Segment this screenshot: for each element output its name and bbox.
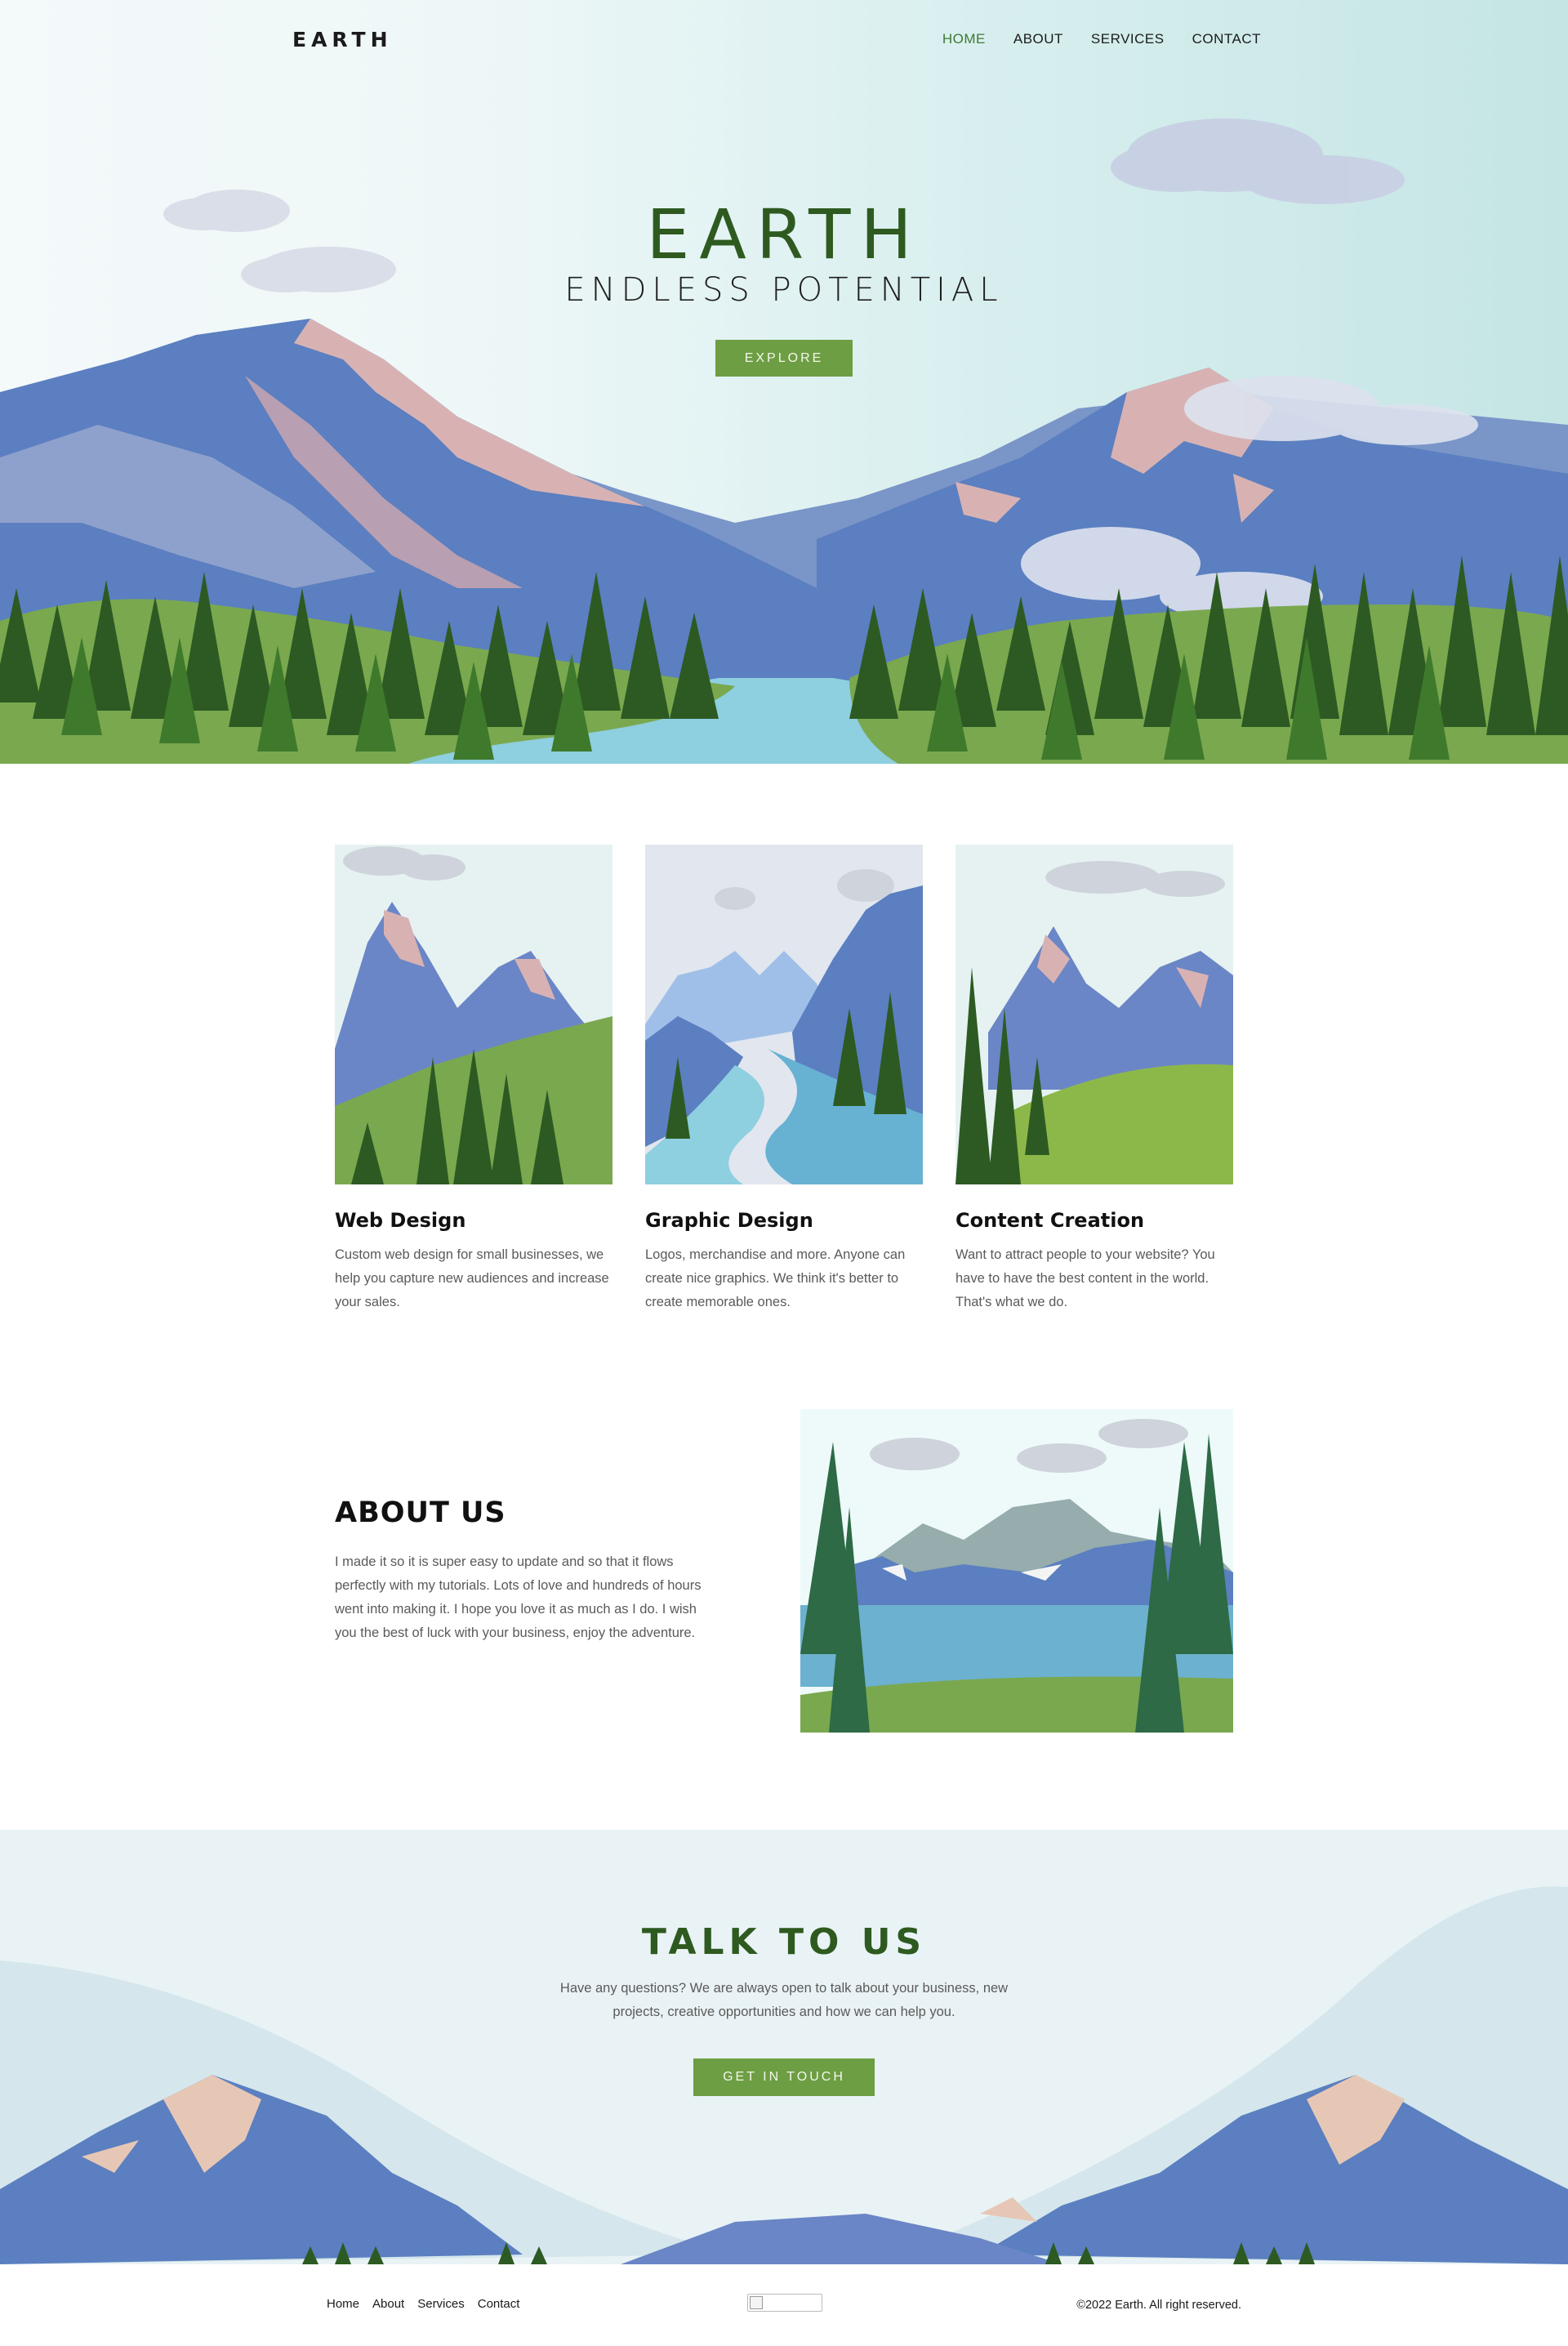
contact-title: TALK TO US: [641, 1921, 927, 1963]
services-section: Web Design Custom web design for small b…: [335, 845, 1233, 1318]
service-text-content-creation: Want to attract people to your website? …: [956, 1247, 1215, 1309]
about-lake-illustration: [800, 1409, 1233, 1733]
web-design-illustration: [335, 845, 612, 1184]
service-text-graphic-design: Logos, merchandise and more. Anyone can …: [645, 1247, 906, 1309]
service-text-web-design: Custom web design for small businesses, …: [335, 1247, 609, 1309]
cloud-right: [1111, 118, 1405, 204]
site-logo[interactable]: EARTH: [292, 28, 393, 51]
about-title: ABOUT US: [335, 1496, 506, 1529]
service-title-graphic-design: Graphic Design: [645, 1209, 813, 1232]
contact-mountains-illustration: [0, 1886, 1568, 2264]
nav-link-services[interactable]: SERVICES: [1091, 31, 1165, 47]
contact-text: Have any questions? We are always open t…: [559, 1981, 1009, 2019]
explore-button[interactable]: EXPLORE: [715, 340, 853, 377]
top-nav: EARTH HOME ABOUT SERVICES CONTACT: [0, 0, 1568, 82]
nav-link-contact[interactable]: CONTACT: [1192, 31, 1261, 47]
footer-link-contact[interactable]: Contact: [478, 2297, 520, 2311]
footer-broken-image-icon: [747, 2294, 822, 2312]
footer-link-services[interactable]: Services: [417, 2297, 465, 2311]
get-in-touch-button[interactable]: GET IN TOUCH: [693, 2058, 875, 2096]
footer-link-about[interactable]: About: [372, 2297, 404, 2311]
nav-link-home[interactable]: HOME: [942, 31, 986, 47]
about-text: I made it so it is super easy to update …: [335, 1554, 702, 1640]
service-title-web-design: Web Design: [335, 1209, 466, 1232]
hero-section: EARTH HOME ABOUT SERVICES CONTACT EARTH …: [0, 0, 1568, 764]
nav-links: HOME ABOUT SERVICES CONTACT: [942, 31, 1261, 47]
footer-link-home[interactable]: Home: [327, 2297, 359, 2311]
service-card-content-creation: Content Creation Want to attract people …: [956, 845, 1233, 1314]
service-card-web-design: Web Design Custom web design for small b…: [335, 845, 612, 1314]
nav-link-about[interactable]: ABOUT: [1013, 31, 1063, 47]
contact-section: TALK TO US Have any questions? We are al…: [0, 1830, 1568, 2264]
footer: Home About Services Contact ©2022 Earth.…: [0, 2264, 1568, 2346]
copyright-text: ©2022 Earth. All right reserved.: [1076, 2299, 1241, 2312]
service-title-content-creation: Content Creation: [956, 1209, 1145, 1232]
hero-landscape-illustration: [0, 118, 1568, 764]
graphic-design-illustration: [645, 845, 923, 1184]
content-creation-illustration: [956, 845, 1233, 1184]
footer-links: Home About Services Contact: [327, 2297, 519, 2311]
service-card-graphic-design: Graphic Design Logos, merchandise and mo…: [645, 845, 923, 1314]
hero-title: EARTH: [646, 194, 922, 274]
hero-subtitle: ENDLESS POTENTIAL: [564, 271, 1004, 309]
